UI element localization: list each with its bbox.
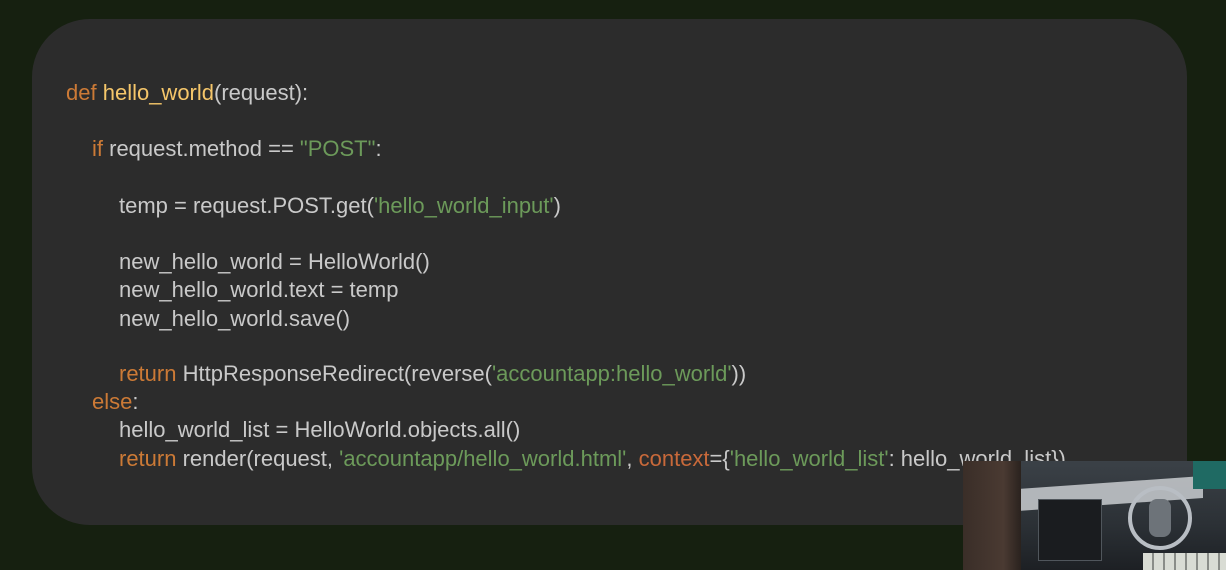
code-text: )) xyxy=(731,361,747,386)
code-line-new: new_hello_world = HelloWorld() xyxy=(119,249,430,274)
string-literal: 'accountapp/hello_world.html' xyxy=(339,446,627,471)
webcam-device xyxy=(1038,499,1102,561)
code-text: ={ xyxy=(709,446,730,471)
code-text: , xyxy=(626,446,639,471)
keyboard-keys xyxy=(1143,553,1226,570)
code-text: ) xyxy=(553,193,561,218)
code-text: request.method == xyxy=(103,136,300,161)
webcam-teal-object xyxy=(1193,461,1226,489)
code-line-save: new_hello_world.save() xyxy=(119,306,351,331)
code-line-temp: temp = request.POST.get('hello_world_inp… xyxy=(119,192,561,220)
function-name: hello_world xyxy=(102,80,215,105)
code-text: HttpResponseRedirect(reverse( xyxy=(176,361,492,386)
keyword: return xyxy=(119,446,177,471)
keyword: if xyxy=(92,136,103,161)
code-line-return-redirect: return HttpResponseRedirect(reverse('acc… xyxy=(119,360,746,388)
string-literal: 'accountapp:hello_world' xyxy=(491,361,732,386)
keyword: def xyxy=(66,80,97,105)
code-line-return-render: return render(request, 'accountapp/hello… xyxy=(119,445,1066,473)
code-line-list: hello_world_list = HelloWorld.objects.al… xyxy=(119,417,521,442)
string-literal: 'hello_world_input' xyxy=(373,193,554,218)
string-literal: 'hello_world_list' xyxy=(729,446,889,471)
code-text: render(request, xyxy=(176,446,340,471)
webcam-overlay xyxy=(963,461,1226,570)
code-line-if: if request.method == "POST": xyxy=(92,135,382,163)
webcam-person xyxy=(963,461,1021,570)
code-line-text: new_hello_world.text = temp xyxy=(119,277,399,302)
code-text: temp = request.POST.get( xyxy=(119,193,374,218)
keyword: else xyxy=(92,389,133,414)
code-text: : xyxy=(132,389,139,414)
string-literal: "POST" xyxy=(299,136,376,161)
code-line-else: else: xyxy=(92,388,138,416)
code-text: : xyxy=(375,136,382,161)
parameter-name: context xyxy=(638,446,710,471)
code-line-def: def hello_world(request): xyxy=(66,79,308,107)
keyword: return xyxy=(119,361,177,386)
microphone-body xyxy=(1149,499,1171,537)
code-text: (request): xyxy=(214,80,309,105)
